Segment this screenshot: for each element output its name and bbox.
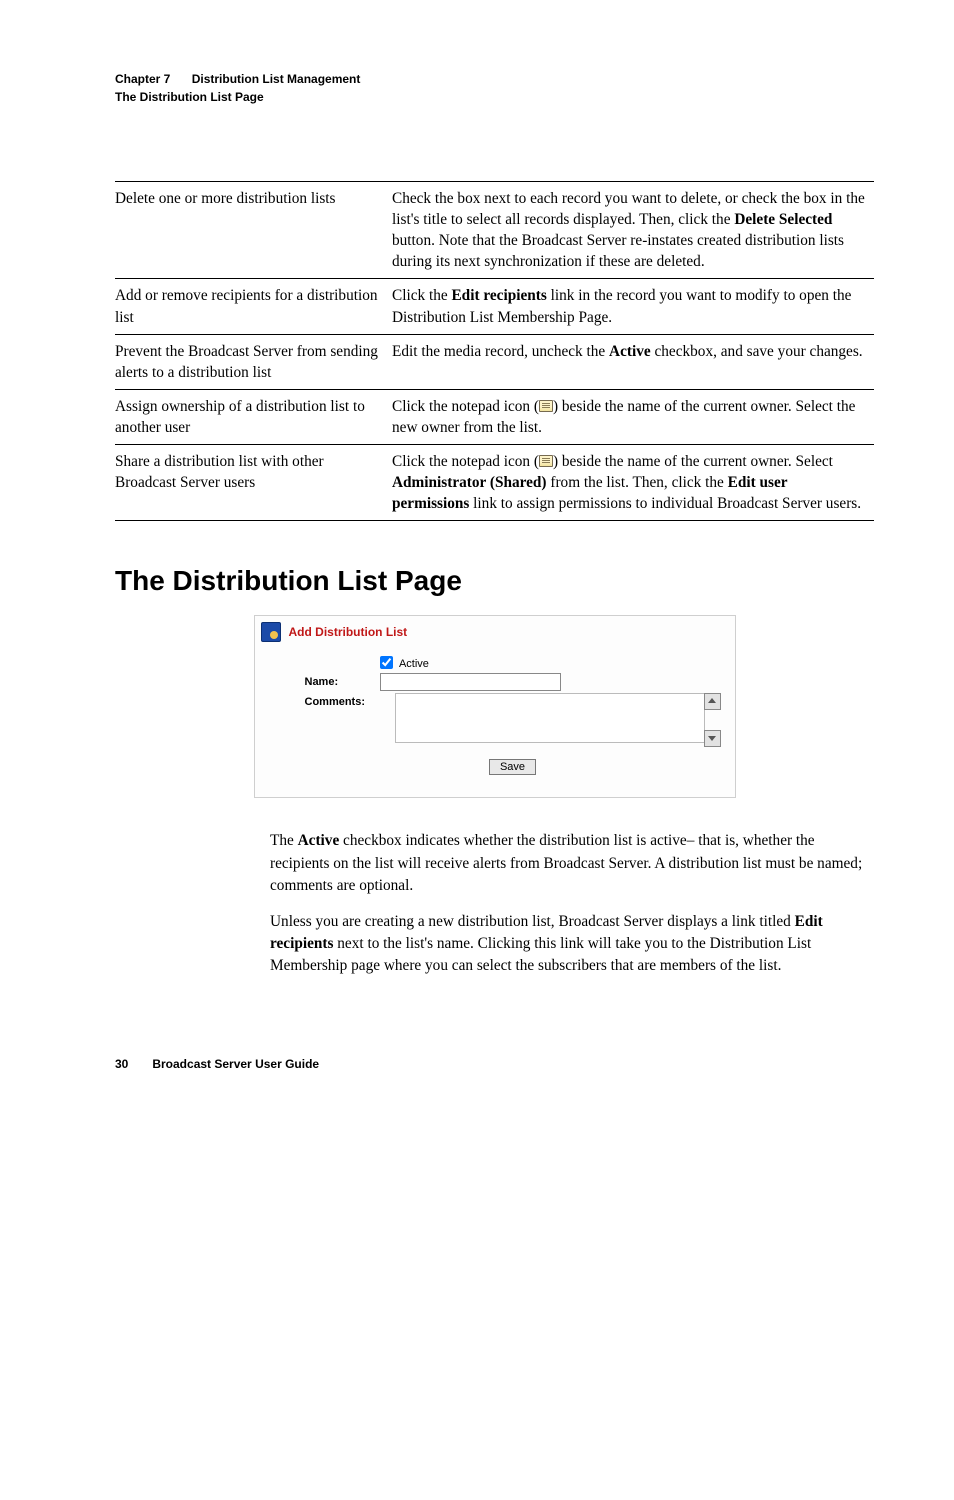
distribution-list-icon — [261, 622, 281, 642]
save-button[interactable]: Save — [489, 759, 536, 775]
scroll-down-icon[interactable] — [704, 730, 721, 747]
table-row: Delete one or more distribution listsChe… — [115, 182, 874, 279]
chapter-label: Chapter 7 — [115, 70, 170, 88]
instruction-cell: Edit the media record, uncheck the Activ… — [392, 334, 874, 389]
instruction-cell: Check the box next to each record you wa… — [392, 182, 874, 279]
comments-field[interactable] — [395, 693, 705, 743]
task-cell: Delete one or more distribution lists — [115, 182, 392, 279]
task-cell: Add or remove recipients for a distribut… — [115, 279, 392, 334]
active-checkbox[interactable] — [380, 656, 393, 669]
add-distribution-list-dialog: Add Distribution List Active Name: — [254, 615, 736, 798]
task-cell: Share a distribution list with other Bro… — [115, 445, 392, 521]
name-label: Name: — [305, 673, 380, 688]
table-row: Share a distribution list with other Bro… — [115, 445, 874, 521]
task-cell: Prevent the Broadcast Server from sendin… — [115, 334, 392, 389]
doc-title: Broadcast Server User Guide — [152, 1057, 319, 1071]
table-row: Add or remove recipients for a distribut… — [115, 279, 874, 334]
comments-label: Comments: — [305, 693, 380, 708]
task-cell: Assign ownership of a distribution list … — [115, 389, 392, 444]
page-footer: 30 Broadcast Server User Guide — [115, 1057, 874, 1071]
header-section: The Distribution List Page — [115, 88, 874, 106]
section-heading: The Distribution List Page — [115, 565, 874, 597]
chapter-title: Distribution List Management — [192, 72, 361, 86]
dialog-title: Add Distribution List — [289, 625, 408, 639]
body-text: The Active checkbox indicates whether th… — [270, 830, 874, 977]
instruction-cell: Click the notepad icon () beside the nam… — [392, 445, 874, 521]
active-checkbox-label[interactable]: Active — [380, 658, 429, 670]
scroll-up-icon[interactable] — [704, 693, 721, 710]
instruction-cell: Click the notepad icon () beside the nam… — [392, 389, 874, 444]
table-row: Prevent the Broadcast Server from sendin… — [115, 334, 874, 389]
name-field[interactable] — [380, 673, 561, 691]
notepad-icon — [539, 400, 553, 412]
page-number: 30 — [115, 1057, 149, 1071]
comments-scrollbar[interactable] — [704, 693, 721, 747]
task-table: Delete one or more distribution listsChe… — [115, 181, 874, 521]
page-header: Chapter 7 Distribution List Management T… — [115, 70, 874, 106]
table-row: Assign ownership of a distribution list … — [115, 389, 874, 444]
instruction-cell: Click the Edit recipients link in the re… — [392, 279, 874, 334]
notepad-icon — [539, 455, 553, 467]
